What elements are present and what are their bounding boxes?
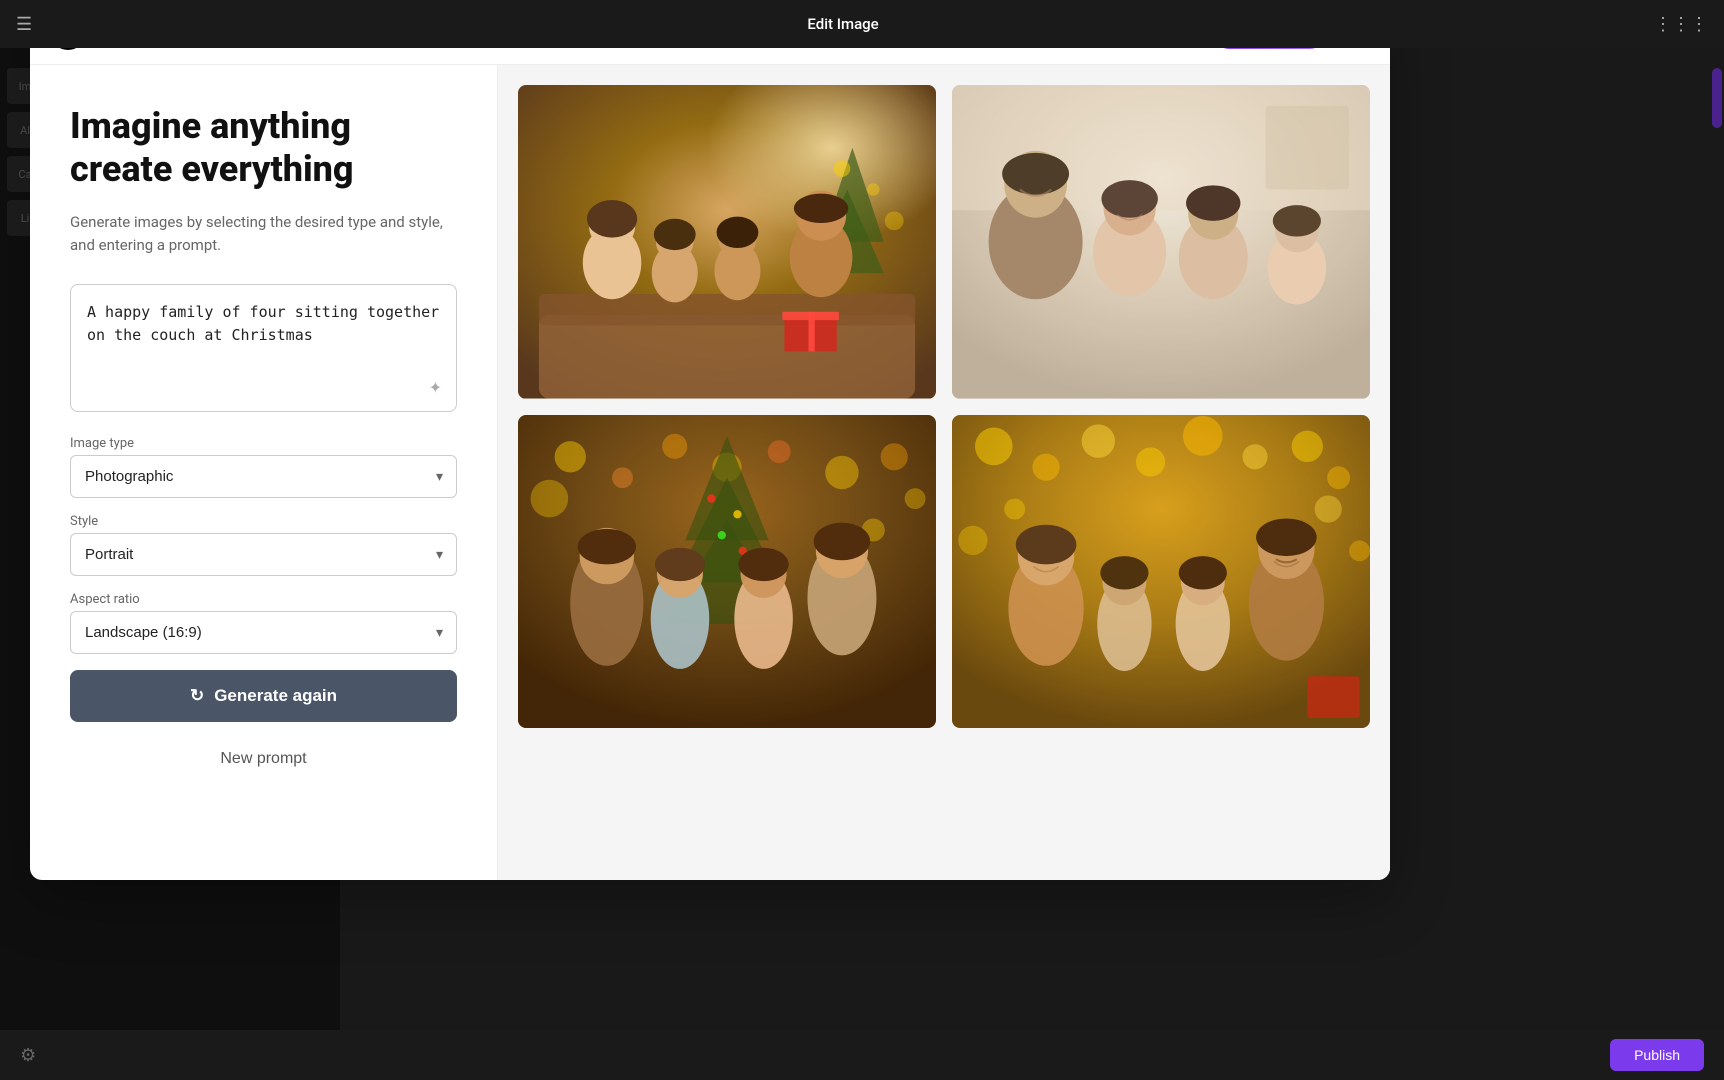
image-type-field: Image type Photographic Digital Art 3D R… (70, 436, 457, 498)
image-type-select[interactable]: Photographic Digital Art 3D Render Anime… (70, 455, 457, 498)
top-navigation: ☰ Edit Image ⋮⋮⋮ (0, 0, 1724, 48)
style-field: Style Portrait Landscape Abstract Vintag… (70, 514, 457, 576)
nav-dots-icon[interactable]: ⋮⋮⋮ (1654, 14, 1708, 35)
ai-image-modal: E AI Beta Edit Image 👑 Upgrade ✕ (30, 0, 1390, 880)
modal-body: Imagine anything create everything Gener… (30, 65, 1390, 880)
panel-subtitle: Generate images by selecting the desired… (70, 211, 457, 256)
aspect-ratio-select[interactable]: Landscape (16:9) Portrait (9:16) Square … (70, 611, 457, 654)
magic-wand-icon[interactable]: ✦ (429, 378, 442, 397)
prompt-container: ✦ (70, 284, 457, 412)
generated-image-4[interactable] (952, 415, 1370, 729)
style-select-wrapper: Portrait Landscape Abstract Vintage (70, 533, 457, 576)
right-panel (498, 65, 1390, 880)
hamburger-icon[interactable]: ☰ (16, 14, 32, 35)
aspect-ratio-field: Aspect ratio Landscape (16:9) Portrait (… (70, 592, 457, 654)
left-panel: Imagine anything create everything Gener… (30, 65, 498, 880)
generated-image-1[interactable] (518, 85, 936, 399)
generate-label: Generate again (214, 686, 337, 706)
aspect-ratio-label: Aspect ratio (70, 592, 457, 607)
app-title: Edit Image (44, 15, 1642, 33)
publish-button[interactable]: Publish (1610, 1039, 1704, 1071)
new-prompt-button[interactable]: New prompt (70, 742, 457, 776)
image-type-label: Image type (70, 436, 457, 451)
style-select[interactable]: Portrait Landscape Abstract Vintage (70, 533, 457, 576)
generate-button[interactable]: ↻ Generate again (70, 670, 457, 722)
prompt-input[interactable] (87, 301, 440, 391)
app-bottom-bar: ⚙ Publish (0, 1030, 1724, 1080)
settings-icon[interactable]: ⚙ (20, 1045, 36, 1066)
generate-icon: ↻ (190, 686, 204, 706)
panel-heading: Imagine anything create everything (70, 105, 457, 191)
image-type-select-wrapper: Photographic Digital Art 3D Render Anime… (70, 455, 457, 498)
style-label: Style (70, 514, 457, 529)
aspect-ratio-select-wrapper: Landscape (16:9) Portrait (9:16) Square … (70, 611, 457, 654)
image-grid (518, 85, 1370, 728)
modal-overlay: E AI Beta Edit Image 👑 Upgrade ✕ (0, 0, 1724, 1080)
generated-image-2[interactable] (952, 85, 1370, 399)
generated-image-3[interactable] (518, 415, 936, 729)
